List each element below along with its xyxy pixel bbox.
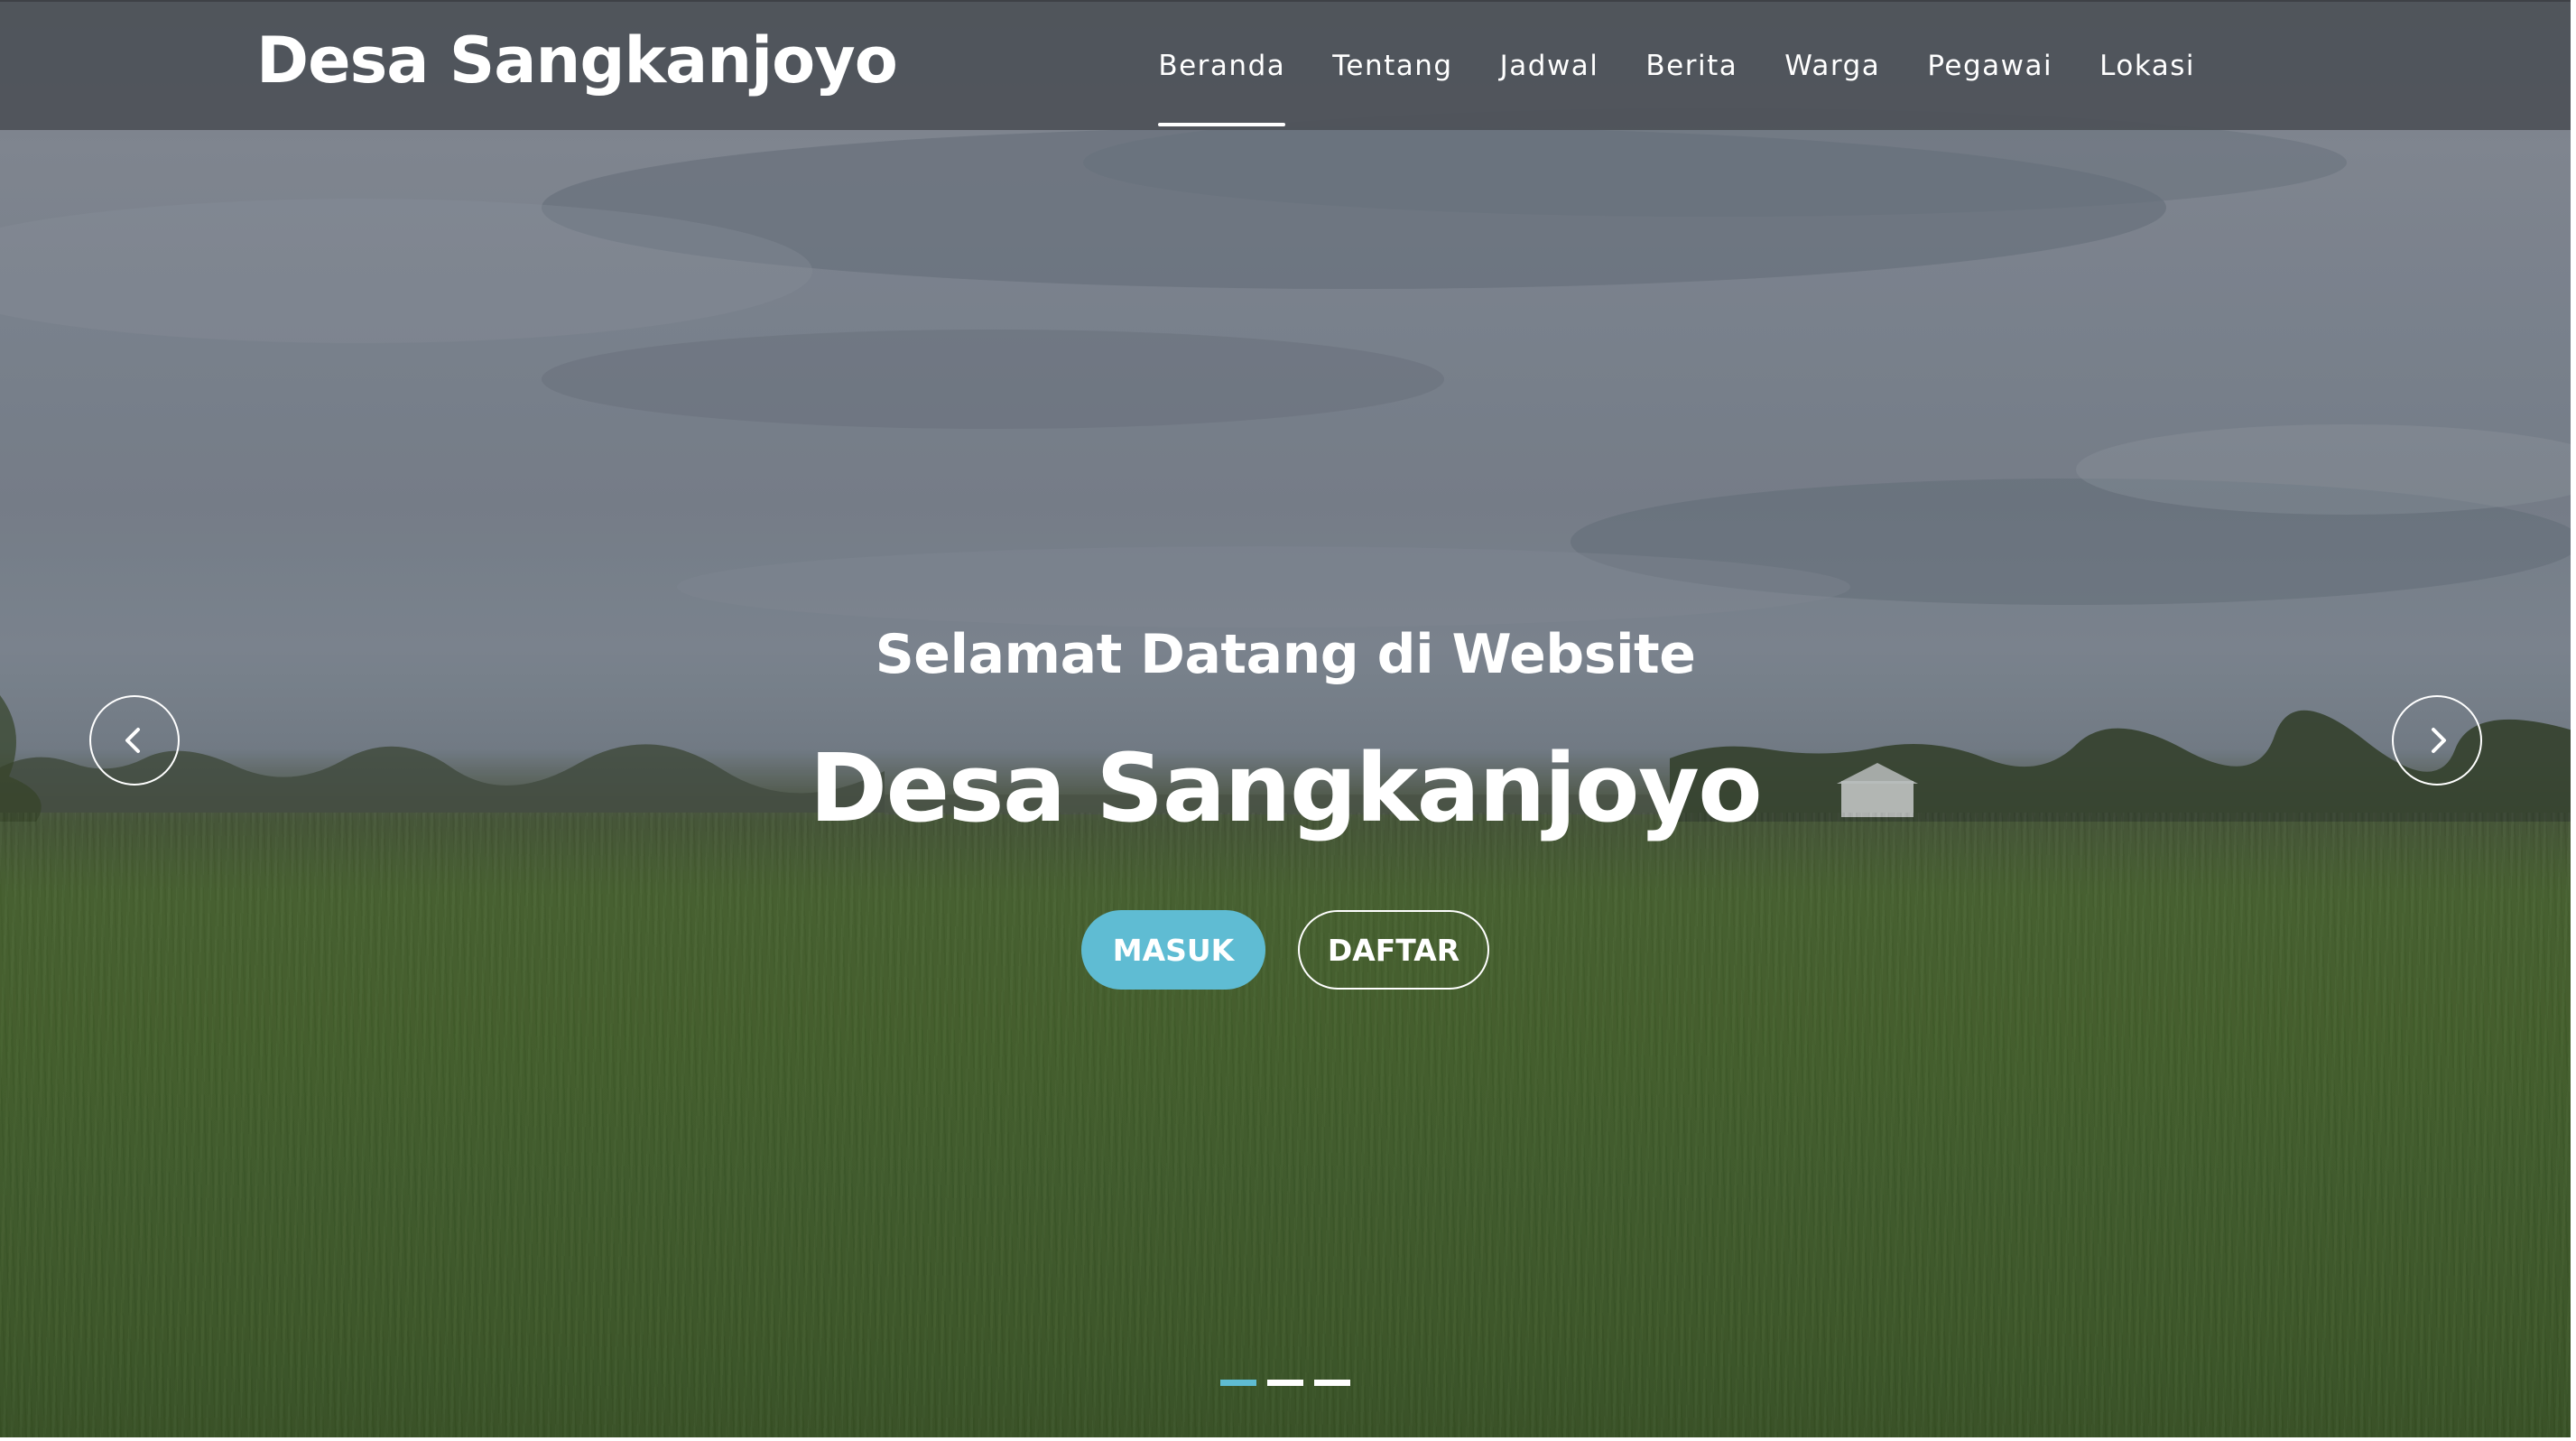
login-button[interactable]: MASUK [1081,910,1265,990]
register-button[interactable]: DAFTAR [1298,910,1489,990]
carousel-indicator-2[interactable] [1267,1380,1303,1386]
nav-item-berita[interactable]: Berita [1622,2,1761,130]
nav-item-tentang[interactable]: Tentang [1309,2,1476,130]
nav-item-warga[interactable]: Warga [1761,2,1904,130]
brand-logo-text[interactable]: Desa Sangkanjoyo [256,23,898,98]
carousel-indicators [0,1380,2571,1386]
carousel-prev-button[interactable] [89,695,180,786]
nav-item-jadwal[interactable]: Jadwal [1477,2,1623,130]
nav-item-pegawai[interactable]: Pegawai [1904,2,2076,130]
carousel-next-button[interactable] [2392,695,2482,786]
hero-overlay [0,0,2576,1441]
page-edge [2571,0,2576,1441]
hero-buttons: MASUK DAFTAR [0,910,2571,990]
chevron-left-icon [125,728,140,753]
nav-item-beranda[interactable]: Beranda [1135,2,1309,130]
page-bottom-edge [0,1437,2576,1441]
carousel-indicator-3[interactable] [1314,1380,1350,1386]
hero-subtitle: Selamat Datang di Website [875,623,1696,686]
chevron-right-icon [2432,728,2446,753]
navbar: Desa Sangkanjoyo Beranda Tentang Jadwal … [0,0,2571,130]
hero-title: Desa Sangkanjoyo [809,733,1763,843]
nav-menu: Beranda Tentang Jadwal Berita Warga Pega… [1135,2,2219,130]
carousel-indicator-1[interactable] [1220,1380,1256,1386]
page: Desa Sangkanjoyo Beranda Tentang Jadwal … [0,0,2576,1441]
nav-item-lokasi[interactable]: Lokasi [2076,2,2219,130]
